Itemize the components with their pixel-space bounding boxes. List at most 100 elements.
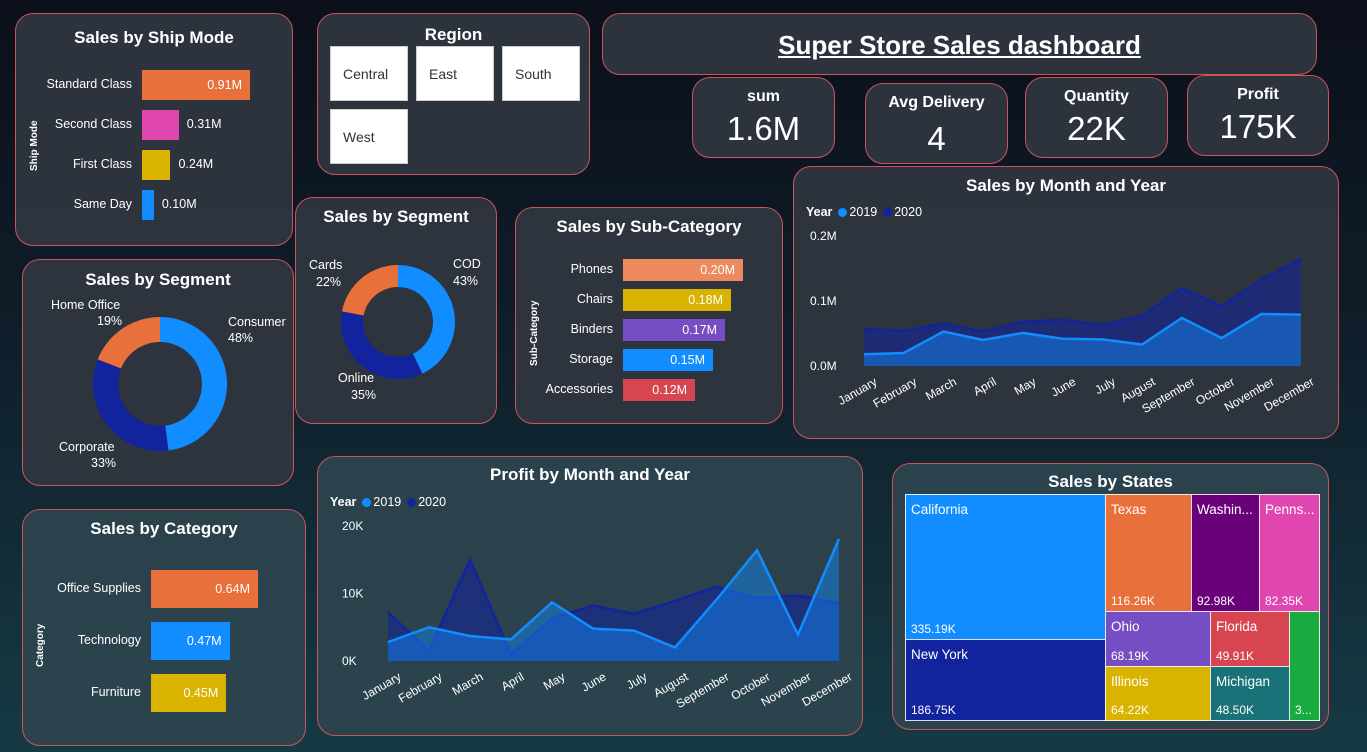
treemap-value: 3... [1295,703,1312,717]
x-tick-label: May [1012,374,1039,397]
treemap-name: Texas [1111,502,1147,517]
region-option-south[interactable]: South [502,46,580,101]
bar[interactable]: 0.12M [623,379,695,401]
treemap-name: Florida [1216,619,1258,634]
kpi-profit-card: Profit 175K [1187,75,1329,156]
treemap-cell-washington[interactable]: Washin... 92.98K [1191,494,1260,612]
kpi-quantity-value: 22K [1067,110,1126,147]
bar-label: Office Supplies [57,581,141,595]
bar-label: Chairs [576,292,613,306]
ship-mode-title: Sales by Ship Mode [74,28,234,47]
bar-value: 0.20M [700,263,735,277]
donut-slice-online[interactable] [341,311,423,379]
treemap-cell-texas[interactable]: Texas 116.26K [1105,494,1192,612]
bar[interactable]: 0.45M [151,674,227,712]
bar[interactable]: 0.91M [142,70,250,100]
treemap-value: 64.22K [1111,703,1150,717]
treemap-name: Ohio [1111,619,1140,634]
donut-pct-consumer: 48% [228,331,254,345]
bar-value: 0.10M [161,197,197,211]
region-title: Region [424,25,483,44]
kpi-delivery-label: Avg Delivery [888,94,985,111]
donut-label-consumer: Consumer [228,315,286,329]
x-tick-label: February [871,374,920,410]
x-tick-label: April [971,374,999,398]
donut-pct-corporate: 33% [91,456,117,470]
donut-slice-cards[interactable] [342,265,398,316]
treemap-value: 92.98K [1197,594,1236,608]
segment-payment-donut [341,265,455,379]
bar-label: Technology [77,633,141,647]
treemap-cell-illinois[interactable]: Illinois 64.22K [1105,666,1211,721]
bar[interactable]: 0.18M [623,289,731,311]
x-tick-label: July [624,669,649,692]
treemap-value: 48.50K [1216,703,1255,717]
treemap-name: California [911,502,969,517]
treemap-cell-other[interactable]: 3... [1289,611,1320,721]
dashboard-title: Super Store Sales dashboard [778,30,1141,60]
x-tick-label: April [499,669,527,693]
treemap-name: Washin... [1197,502,1253,517]
sales-month-card: Sales by Month and Year Year 2019 2020 0.2… [793,166,1339,439]
donut-pct-cod: 43% [453,274,479,288]
bar-label: Standard Class [46,77,132,91]
bar[interactable] [142,110,179,140]
bar[interactable]: 0.64M [151,570,258,608]
donut-label-corporate: Corporate [59,440,115,454]
x-tick-label: June [579,669,609,694]
bar[interactable]: 0.47M [151,622,230,660]
treemap-value: 186.75K [911,703,956,717]
y-tick-label: 0K [342,654,357,668]
region-card: Region Central East South West [317,13,590,175]
donut-pct-home-office: 19% [97,314,123,328]
x-tick-label: March [450,669,486,698]
bar-value: 0.64M [215,582,250,596]
kpi-sum-card: sum 1.6M [692,77,835,158]
treemap-cell-ohio[interactable]: Ohio 68.19K [1105,611,1211,667]
bar-label: Accessories [545,382,613,396]
y-tick-label: 0.1M [810,294,837,308]
x-tick-label: February [396,669,445,705]
region-option-east[interactable]: East [416,46,494,101]
bar-value: 0.24M [178,157,214,171]
region-option-west[interactable]: West [330,109,408,164]
region-option-central[interactable]: Central [330,46,408,101]
states-card: Sales by States California 335.19K New Y… [892,463,1329,730]
bar[interactable] [142,150,171,180]
bar-value: 0.31M [186,117,222,131]
bar[interactable]: 0.20M [623,259,743,281]
bar[interactable]: 0.17M [623,319,725,341]
bar[interactable]: 0.15M [623,349,713,371]
treemap-cell-california[interactable]: California 335.19K [905,494,1106,640]
bar-label: Phones [570,262,613,276]
x-tick-label: January [360,669,404,702]
donut-label-cards: Cards [309,258,343,272]
x-tick-label: March [923,374,959,403]
y-tick-label: 10K [342,587,363,601]
bar-value: 0.91M [207,78,242,92]
donut-slice-corporate[interactable] [93,359,169,451]
bar-label: Binders [570,322,613,336]
treemap-cell-michigan[interactable]: Michigan 48.50K [1210,666,1290,721]
treemap-cell-pennsylvania[interactable]: Penns... 82.35K [1259,494,1320,612]
bar-value: 0.12M [652,383,687,397]
treemap-name: New York [911,647,969,662]
kpi-quantity-card: Quantity 22K [1025,77,1168,158]
treemap-cell-florida[interactable]: Florida 49.91K [1210,611,1290,667]
kpi-delivery-value: 4 [927,120,946,157]
sales-month-chart: 0.2M0.1M0.0MJanuaryFebruary March April May… [810,229,1317,416]
bar[interactable] [142,190,154,220]
profit-month-card: Profit by Month and Year Year 2019 2020 20… [317,456,863,736]
bar-value: 0.18M [688,293,723,307]
treemap-value: 335.19K [911,622,956,636]
x-tick-label: July [1092,374,1117,397]
kpi-sum-label: sum [747,88,780,105]
ship-mode-card: Sales by Ship Mode Ship Mode Standard Cl… [15,13,293,246]
title-card: Super Store Sales dashboard [602,13,1317,75]
bar-label: First Class [72,157,132,171]
bar-value: 0.17M [682,323,717,337]
states-title: Sales by States [1048,472,1173,491]
treemap-cell-new-york[interactable]: New York 186.75K [905,639,1106,721]
donut-slice-consumer[interactable] [160,317,227,451]
kpi-sum-value: 1.6M [726,110,801,147]
